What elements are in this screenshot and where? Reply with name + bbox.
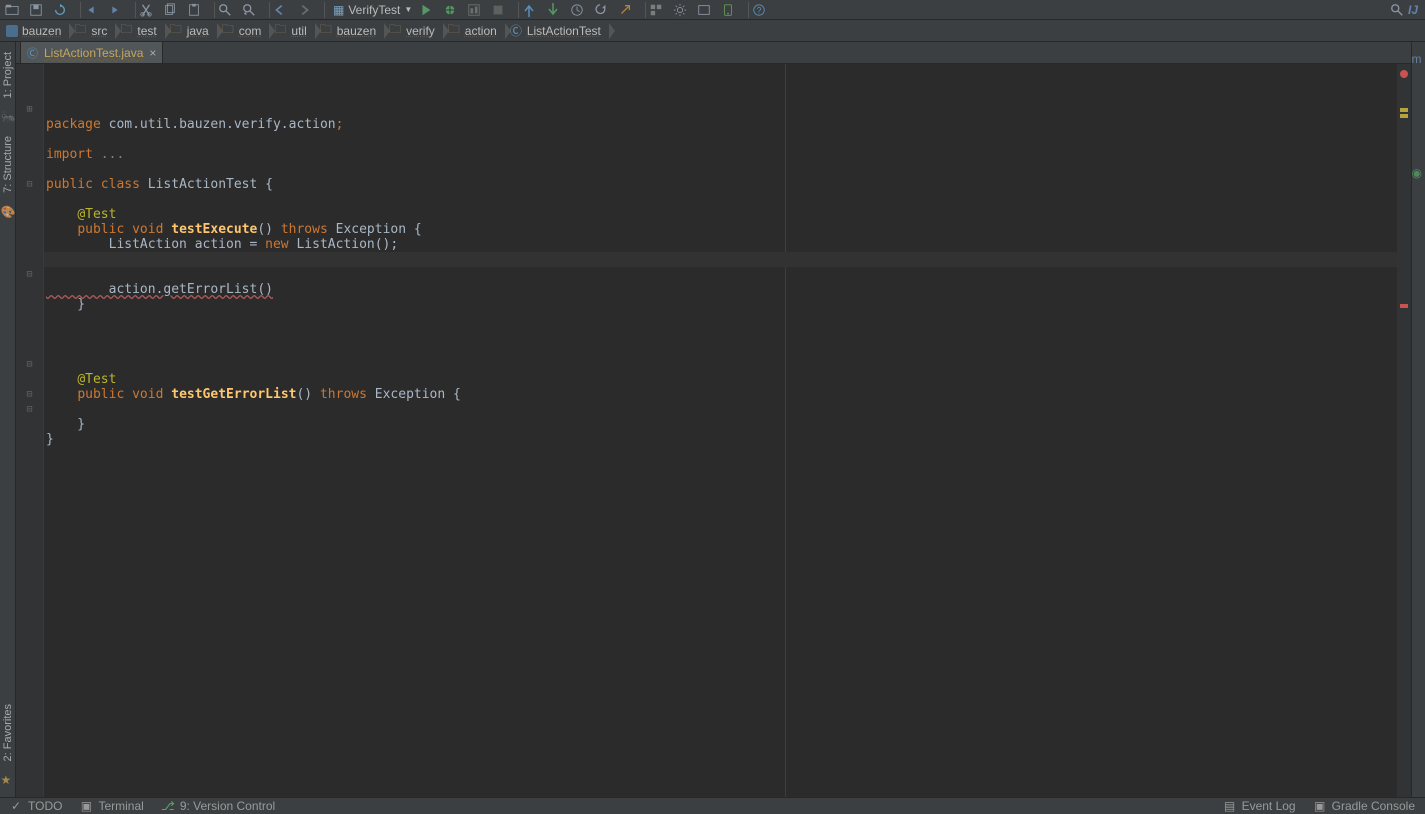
run-config-icon: ▦ — [333, 3, 344, 17]
undo-icon[interactable] — [83, 2, 99, 18]
settings-icon[interactable] — [672, 2, 688, 18]
todo-toolwin-button[interactable]: ✓TODO — [10, 799, 62, 813]
project-toolwin-button[interactable]: 1: Project — [2, 48, 14, 102]
help-icon[interactable]: ? — [751, 2, 767, 18]
ide-icon[interactable]: IJ — [1405, 2, 1421, 18]
tab-label: ListActionTest.java — [44, 46, 143, 60]
forward-icon[interactable] — [296, 2, 312, 18]
event-log-button[interactable]: ▤Event Log — [1224, 799, 1296, 813]
current-line-highlight — [44, 252, 1397, 267]
avd-icon[interactable] — [720, 2, 736, 18]
crumb-util[interactable]: 🗀util — [269, 20, 314, 42]
star-icon[interactable]: ★ — [1, 773, 15, 787]
save-icon[interactable] — [28, 2, 44, 18]
folder-icon: 🗀 — [388, 24, 402, 38]
vcs-push-icon[interactable] — [617, 2, 633, 18]
code-content[interactable]: package com.util.bauzen.verify.action; i… — [44, 64, 1397, 797]
error-mark[interactable] — [1400, 304, 1408, 308]
code-editor[interactable]: ⊞ ⊟ ⊟ ⊟ ⊟ ⊟ package com.util.bauzen.veri… — [16, 64, 1411, 797]
gradle-icon[interactable]: ◉ — [1412, 166, 1425, 180]
vcs-commit-icon[interactable] — [545, 2, 561, 18]
error-indicator-icon[interactable] — [1400, 70, 1408, 78]
status-bar: ✓TODO ▣Terminal ⎇9: Version Control ▤Eve… — [0, 797, 1425, 814]
close-tab-icon[interactable]: × — [149, 46, 156, 60]
cut-icon[interactable] — [138, 2, 154, 18]
vcs-revert-icon[interactable] — [593, 2, 609, 18]
folder-icon: 🗀 — [319, 24, 333, 38]
sdk-icon[interactable] — [696, 2, 712, 18]
class-icon: Ⓒ — [509, 24, 523, 38]
paste-icon[interactable] — [186, 2, 202, 18]
maven-icon[interactable]: m — [1412, 52, 1425, 66]
crumb-action[interactable]: 🗀action — [443, 20, 505, 42]
open-icon[interactable] — [4, 2, 20, 18]
editor-tab[interactable]: Ⓒ ListActionTest.java × — [20, 42, 163, 63]
crumb-module[interactable]: bauzen — [2, 20, 69, 42]
crumb-src[interactable]: 🗀src — [69, 20, 115, 42]
gradle-console-button[interactable]: ▣Gradle Console — [1314, 799, 1415, 813]
copy-icon[interactable] — [162, 2, 178, 18]
redo-icon[interactable] — [107, 2, 123, 18]
left-tool-stripe: 1: Project 🐜 7: Structure 🎨 2: Favorites… — [0, 42, 16, 797]
right-tool-stripe: m ◉ — [1411, 42, 1425, 797]
refresh-icon[interactable] — [52, 2, 68, 18]
editor-gutter[interactable]: ⊞ ⊟ ⊟ ⊟ ⊟ ⊟ — [16, 64, 44, 797]
vcs-toolwin-button[interactable]: ⎇9: Version Control — [162, 799, 275, 813]
console-icon: ▣ — [1314, 800, 1326, 812]
crumb-java[interactable]: 🗀java — [165, 20, 217, 42]
ant-icon[interactable]: 🐜 — [1, 110, 15, 124]
terminal-toolwin-button[interactable]: ▣Terminal — [80, 799, 143, 813]
svg-text:?: ? — [757, 5, 762, 15]
crumb-bauzen[interactable]: 🗀bauzen — [315, 20, 384, 42]
eventlog-icon: ▤ — [1224, 800, 1236, 812]
todo-icon: ✓ — [10, 800, 22, 812]
structure-icon[interactable] — [648, 2, 664, 18]
palette-icon[interactable]: 🎨 — [1, 205, 15, 219]
warning-mark[interactable] — [1400, 108, 1408, 112]
warning-mark[interactable] — [1400, 114, 1408, 118]
run-config-selector[interactable]: ▦ VerifyTest ▼ — [327, 3, 418, 17]
vcs-update-icon[interactable] — [521, 2, 537, 18]
vcs-history-icon[interactable] — [569, 2, 585, 18]
terminal-icon: ▣ — [80, 800, 92, 812]
class-icon: Ⓒ — [27, 45, 38, 61]
folder-icon: 🗀 — [273, 24, 287, 38]
error-stripe[interactable] — [1397, 64, 1411, 797]
navigation-bar: bauzen 🗀src 🗀test 🗀java 🗀com 🗀util 🗀bauz… — [0, 20, 1425, 42]
crumb-test[interactable]: 🗀test — [115, 20, 164, 42]
folder-icon: 🗀 — [169, 24, 183, 38]
structure-toolwin-button[interactable]: 7: Structure — [2, 132, 14, 197]
coverage-icon[interactable] — [466, 2, 482, 18]
main-toolbar: ▦ VerifyTest ▼ ? IJ — [0, 0, 1425, 20]
folder-icon: 🗀 — [73, 24, 87, 38]
debug-icon[interactable] — [442, 2, 458, 18]
favorites-toolwin-button[interactable]: 2: Favorites — [2, 700, 14, 765]
folder-icon: 🗀 — [447, 24, 461, 38]
back-icon[interactable] — [272, 2, 288, 18]
stop-icon[interactable] — [490, 2, 506, 18]
folder-icon: 🗀 — [119, 24, 133, 38]
editor-area: Ⓒ ListActionTest.java × ⊞ ⊟ ⊟ ⊟ ⊟ ⊟ pack… — [16, 42, 1411, 797]
crumb-verify[interactable]: 🗀verify — [384, 20, 443, 42]
find-icon[interactable] — [217, 2, 233, 18]
module-icon — [6, 25, 18, 37]
chevron-down-icon: ▼ — [404, 5, 412, 14]
crumb-class[interactable]: ⒸListActionTest — [505, 20, 609, 42]
folder-icon: 🗀 — [221, 24, 235, 38]
search-everywhere-icon[interactable] — [1389, 2, 1405, 18]
vcs-icon: ⎇ — [162, 800, 174, 812]
replace-icon[interactable] — [241, 2, 257, 18]
run-config-label: VerifyTest — [348, 3, 400, 17]
editor-tabs: Ⓒ ListActionTest.java × — [16, 42, 1411, 64]
run-icon[interactable] — [418, 2, 434, 18]
crumb-com[interactable]: 🗀com — [217, 20, 270, 42]
